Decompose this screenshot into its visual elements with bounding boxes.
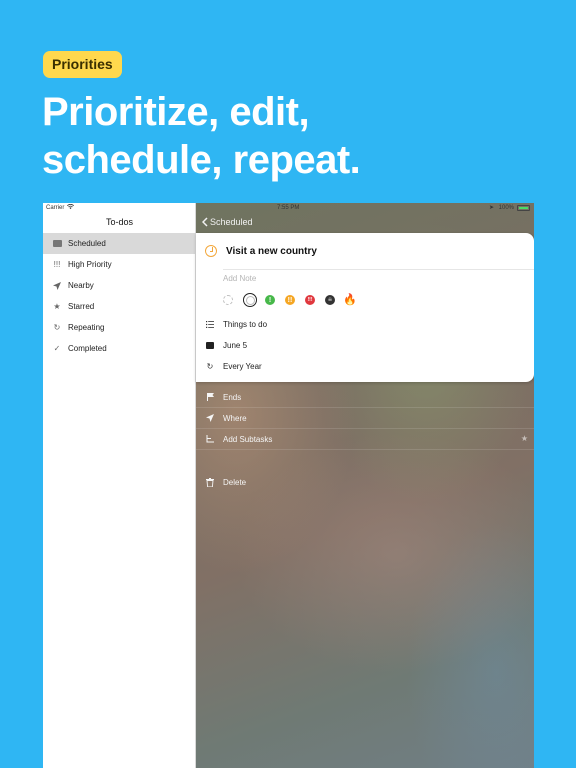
wifi-icon [67,204,74,210]
carrier-label: Carrier [46,205,65,211]
repeat-icon: ↻ [206,362,214,371]
sidebar-item-label: Nearby [68,281,94,290]
sidebar: To-dos Scheduled !!! High Priority Nearb… [43,203,196,768]
note-field[interactable]: Add Note [223,274,256,283]
exclamation-icon: !!! [53,260,61,269]
task-title-row: Visit a new country [205,245,317,257]
delete-label: Delete [223,478,247,487]
priority-none-option[interactable] [223,295,233,305]
subtasks-icon [205,435,215,443]
star-icon: ★ [53,302,61,311]
repeat-row[interactable]: ↻ Every Year [205,362,262,371]
ends-row[interactable]: Ends [196,387,534,408]
date-row[interactable]: June 5 [205,341,247,350]
task-complete-checkbox[interactable] [205,245,217,257]
delete-button[interactable]: Delete [205,478,246,487]
where-label: Where [223,413,247,423]
chevron-left-icon [202,217,208,227]
battery-percent: 100% [498,205,514,211]
sidebar-item-label: Repeating [68,323,105,332]
headline-line-1: Prioritize, edit, [42,90,310,134]
detail-options: Ends Where Add Subtasks ★ [196,387,534,450]
sidebar-item-label: Starred [68,302,95,311]
priority-selected-option[interactable] [243,293,257,307]
where-row[interactable]: Where [196,408,534,429]
location-arrow-icon [52,281,62,291]
sidebar-title: To-dos [105,217,133,227]
back-label: Scheduled [210,217,253,227]
priority-medium-option[interactable]: !! [285,295,295,305]
status-time: 7:55 PM [277,205,300,211]
sidebar-item-completed[interactable]: ✓ Completed [43,338,195,359]
headline: Prioritize, edit, schedule, repeat. [42,88,562,184]
sidebar-item-starred[interactable]: ★ Starred [43,296,195,317]
add-subtasks-label: Add Subtasks [223,434,273,444]
divider [223,269,534,270]
priority-picker: ! !! !!! ☠ 🔥 [223,293,365,307]
priority-fire-option[interactable]: 🔥 [343,294,357,305]
headline-line-2: schedule, repeat. [42,138,361,182]
sidebar-item-repeating[interactable]: ↻ Repeating [43,317,195,338]
checkmark-icon: ✓ [53,344,61,353]
list-label: Things to do [223,320,268,329]
add-subtasks-row[interactable]: Add Subtasks ★ [196,429,534,450]
priority-skull-option[interactable]: ☠ [325,295,335,305]
sidebar-menu: Scheduled !!! High Priority Nearby ★ Sta… [43,233,195,359]
priority-low-option[interactable]: ! [265,295,275,305]
date-label: June 5 [223,341,248,350]
status-bar: Carrier 7:55 PM ➤ 100% [43,203,534,213]
sidebar-item-nearby[interactable]: Nearby [43,275,195,296]
repeat-icon: ↻ [53,323,61,332]
battery-icon [517,205,530,211]
flag-icon [205,393,215,401]
sidebar-item-scheduled[interactable]: Scheduled [43,233,195,254]
feature-badge: Priorities [43,51,122,78]
back-button[interactable]: Scheduled [202,217,253,227]
location-arrow-icon [205,414,215,422]
list-icon [205,321,215,328]
nav-bar: Scheduled [196,213,534,233]
task-name[interactable]: Visit a new country [226,246,317,257]
star-icon[interactable]: ★ [521,434,528,443]
sidebar-item-high-priority[interactable]: !!! High Priority [43,254,195,275]
sidebar-item-label: Scheduled [68,239,106,248]
sidebar-item-label: High Priority [68,260,112,269]
sidebar-item-label: Completed [68,344,107,353]
ipad-screen: Carrier 7:55 PM ➤ 100% To-dos Scheduled … [43,203,534,768]
task-edit-card: Visit a new country Add Note ! !! !!! ☠ … [196,233,534,382]
list-row[interactable]: Things to do [205,320,267,329]
calendar-icon [205,342,215,349]
detail-pane: Scheduled Visit a new country Add Note !… [196,203,534,768]
calendar-icon [52,239,62,249]
trash-icon [205,478,215,487]
repeat-label: Every Year [223,362,262,371]
priority-high-option[interactable]: !!! [305,295,315,305]
ends-label: Ends [223,392,242,402]
location-status-icon: ➤ [488,205,494,211]
